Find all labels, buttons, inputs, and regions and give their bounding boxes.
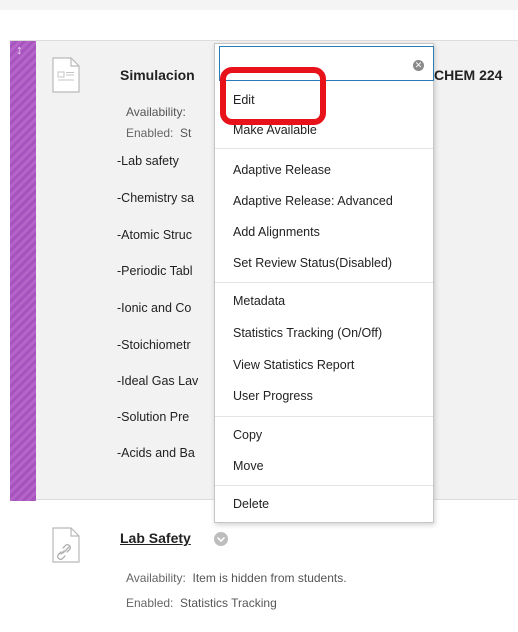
drag-handle-icon[interactable]: ↕ [16,43,23,57]
highlight-box [220,67,326,125]
enabled-label: Enabled: [126,126,174,140]
page-top-strip [0,0,518,10]
availability-label: Availability: [126,105,186,119]
menu-item-move[interactable]: Move [233,459,264,473]
topic-item: -Stoichiometr [117,338,191,352]
topic-item: -Periodic Tabl [117,264,193,278]
menu-divider [215,485,433,486]
availability-label: Availability: [126,571,186,585]
menu-item-set-review-status[interactable]: Set Review Status(Disabled) [233,256,392,270]
link-document-icon [52,527,80,563]
availability-meta: Availability: Item is hidden from studen… [126,571,347,585]
menu-item-adaptive-release[interactable]: Adaptive Release [233,163,331,177]
enabled-value: St [180,126,192,140]
topic-item: -Lab safety [117,154,179,168]
enabled-meta: Enabled: St [126,126,191,140]
enabled-value: Statistics Tracking [180,596,277,610]
menu-item-metadata[interactable]: Metadata [233,294,285,308]
topic-item: -Ideal Gas Lav [117,374,199,388]
menu-item-user-progress[interactable]: User Progress [233,389,313,403]
menu-divider [215,282,433,283]
topic-item: -Chemistry sa [117,191,195,205]
item-title-tail[interactable]: CHEM 224 [434,67,502,83]
item-title-lab-safety[interactable]: Lab Safety [120,530,191,546]
menu-item-make-available[interactable]: Make Available [233,123,317,137]
menu-item-copy[interactable]: Copy [233,428,262,442]
topic-item: -Solution Pre [117,410,190,424]
clear-icon[interactable]: ✕ [413,60,424,71]
enabled-label: Enabled: [126,596,174,610]
item-title[interactable]: Simulacion [120,67,195,83]
topic-item: -Ionic and Co [117,301,192,315]
menu-divider [215,416,433,417]
menu-item-add-alignments[interactable]: Add Alignments [233,225,320,239]
menu-item-statistics-tracking[interactable]: Statistics Tracking (On/Off) [233,326,382,340]
topic-item: -Acids and Ba [117,446,195,460]
menu-item-adaptive-release-advanced[interactable]: Adaptive Release: Advanced [233,194,393,208]
document-icon [52,57,80,93]
drag-handle[interactable]: ↕ [10,41,36,501]
topic-item: -Atomic Struc [117,228,193,242]
menu-divider [215,148,433,149]
availability-value: Item is hidden from students. [192,571,347,585]
menu-item-view-statistics-report[interactable]: View Statistics Report [233,358,354,372]
menu-item-delete[interactable]: Delete [233,497,269,511]
enabled-meta: Enabled: Statistics Tracking [126,596,277,610]
chevron-down-icon[interactable] [214,532,228,546]
